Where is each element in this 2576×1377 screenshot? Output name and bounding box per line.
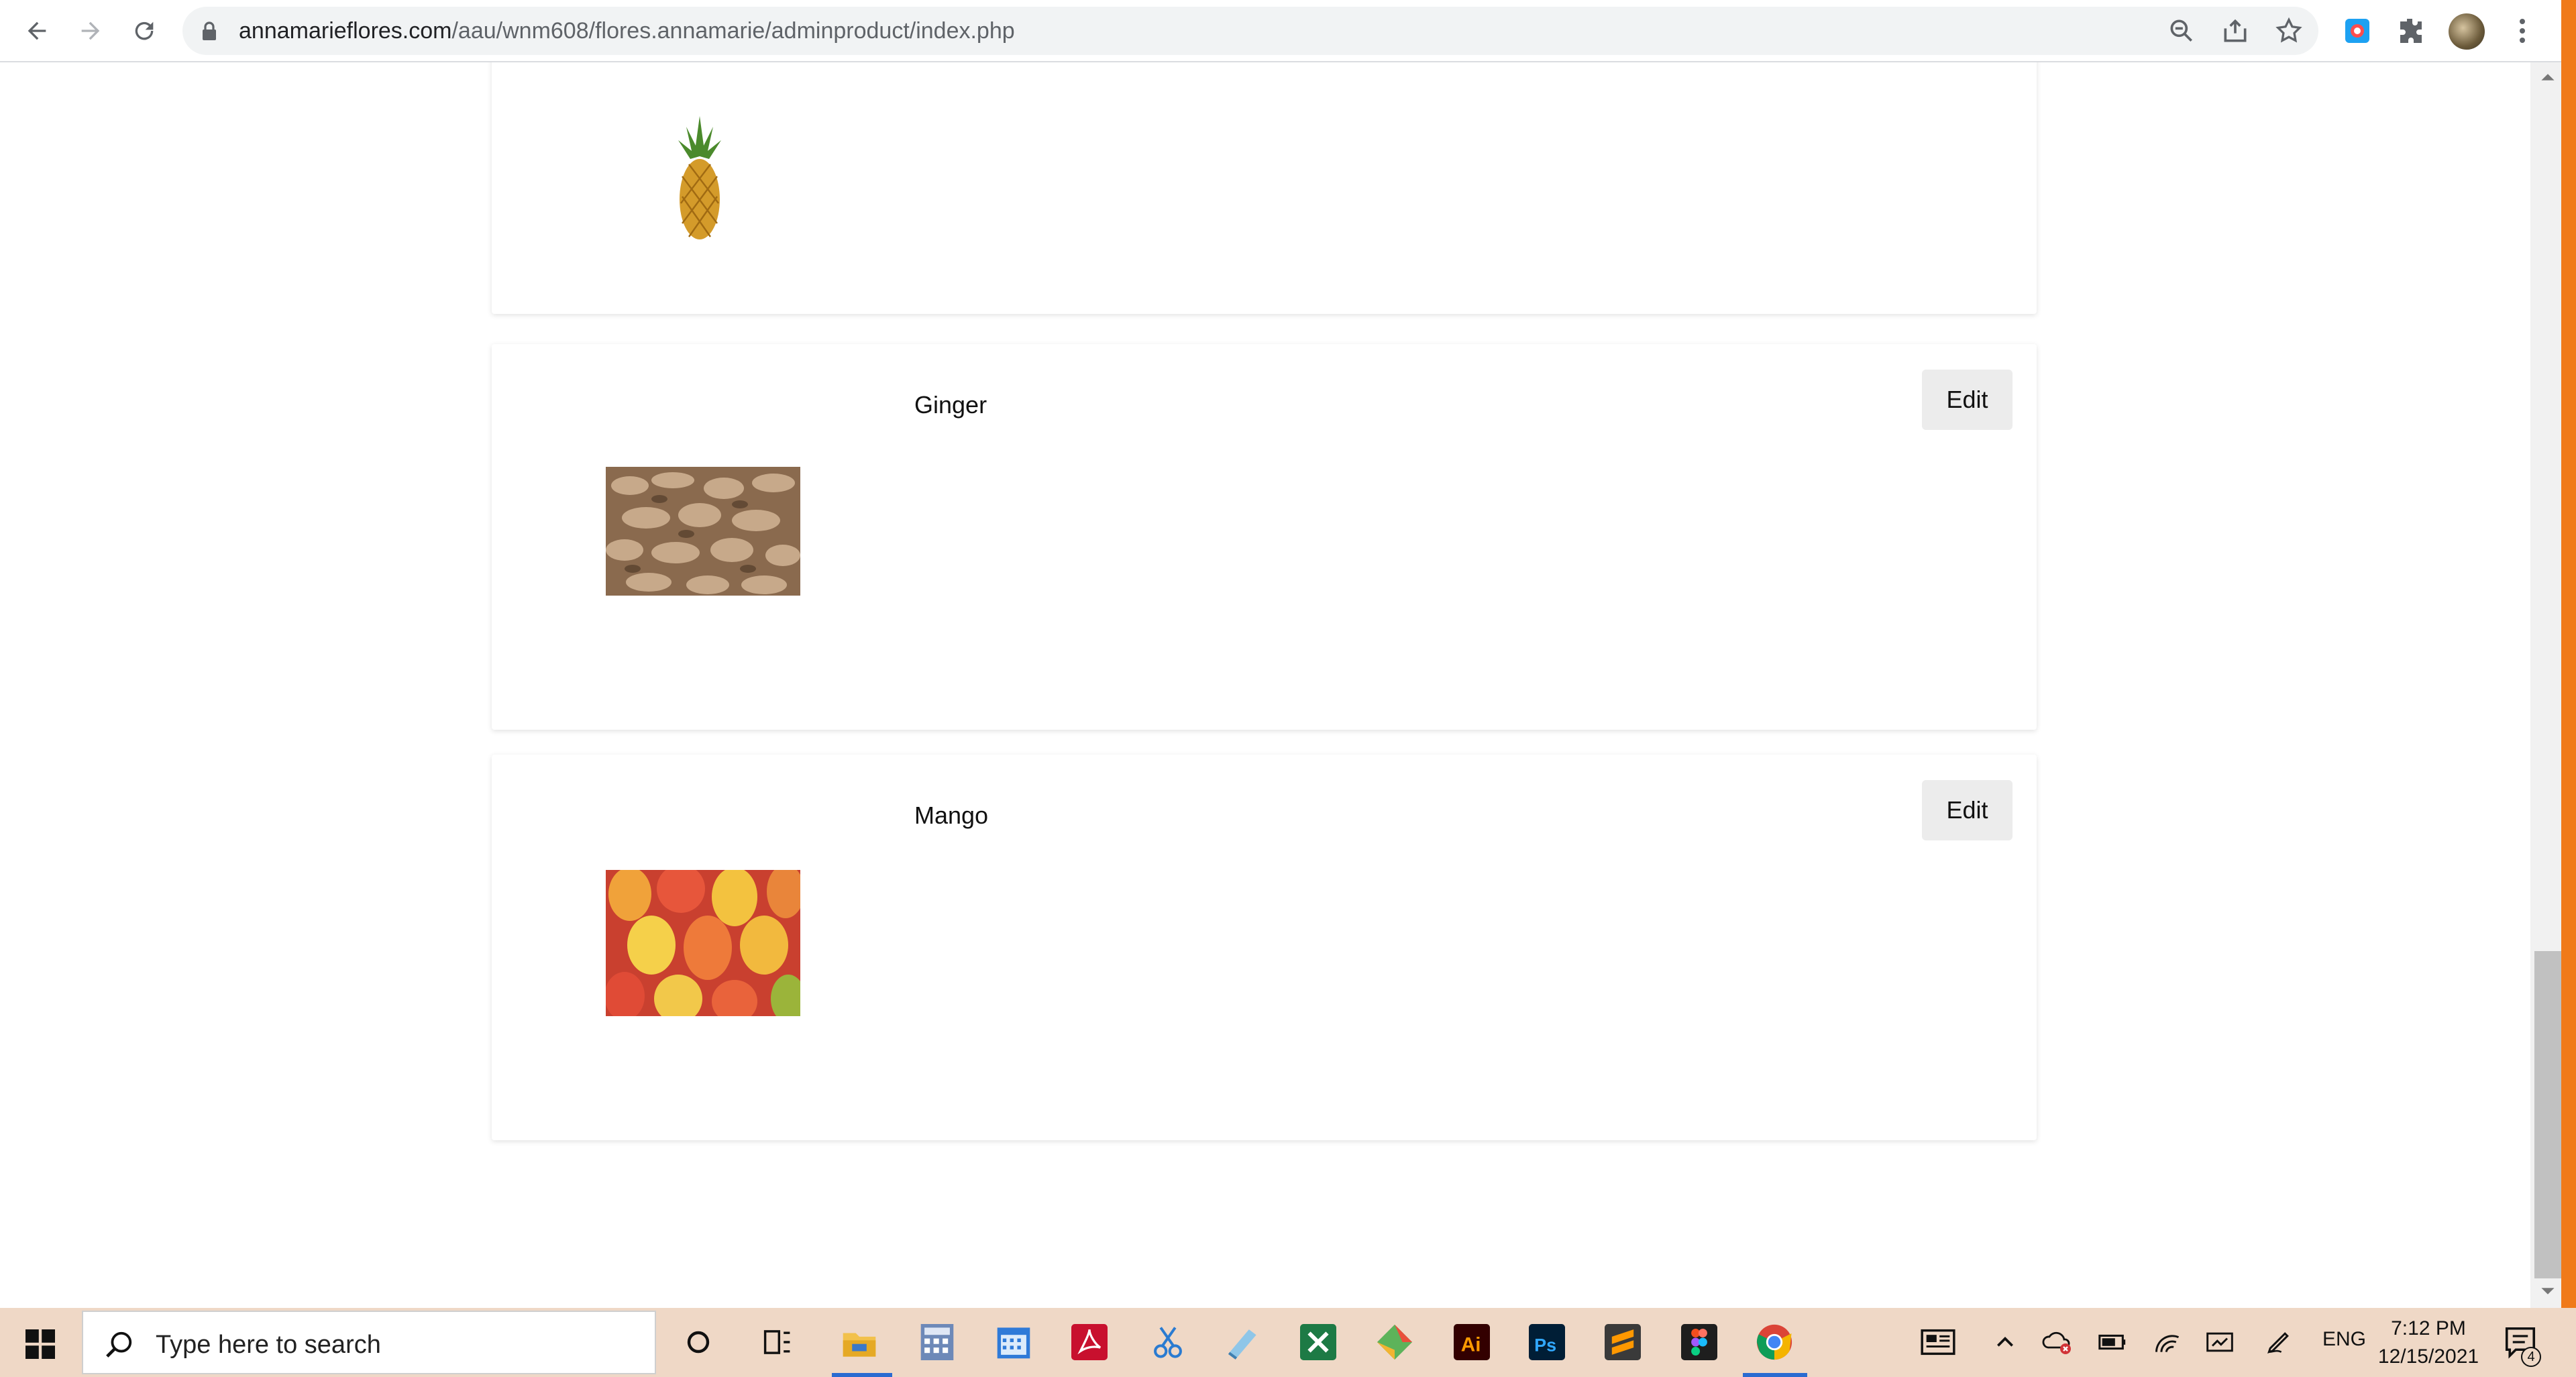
product-image-pineapple [678, 116, 721, 239]
extensions-puzzle-icon[interactable] [2395, 15, 2427, 47]
forward-button[interactable] [72, 12, 109, 50]
scroll-up-arrow-icon[interactable] [2540, 69, 2556, 85]
reload-button[interactable] [125, 12, 163, 50]
product-name: Ginger [914, 391, 987, 419]
active-app-indicator [832, 1373, 892, 1377]
back-button[interactable] [18, 12, 56, 50]
profile-avatar[interactable] [2449, 13, 2485, 50]
clock-date: 12/15/2021 [2377, 1345, 2479, 1368]
svg-text:Ai: Ai [1461, 1334, 1481, 1356]
clock-time: 7:12 PM [2391, 1317, 2466, 1339]
browser-toolbar: annamarieflores.com/aau/wnm608/flores.an… [0, 0, 2576, 62]
screen-capture-extension-icon[interactable] [2341, 15, 2373, 47]
svg-text:Ps: Ps [1534, 1335, 1556, 1356]
notepad-icon[interactable] [1221, 1321, 1263, 1363]
search-placeholder: Type here to search [156, 1331, 381, 1359]
news-icon[interactable] [1917, 1321, 1959, 1363]
product-card [492, 62, 2037, 314]
arrow-left-icon [28, 21, 46, 40]
product-image-ginger [606, 467, 800, 596]
taskbar-search-box[interactable]: Type here to search [82, 1311, 656, 1374]
edit-button[interactable]: Edit [1922, 370, 2012, 430]
calendar-icon[interactable] [993, 1321, 1034, 1363]
reload-icon [135, 21, 154, 40]
product-card: Mango Edit [492, 755, 2037, 1140]
arrow-right-icon [81, 21, 100, 40]
zoom-icon[interactable] [2167, 16, 2196, 46]
snip-icon[interactable] [1147, 1321, 1189, 1363]
search-icon [106, 1331, 132, 1358]
sublime-icon[interactable] [1602, 1321, 1644, 1363]
bookmark-star-icon[interactable] [2274, 16, 2304, 46]
active-app-indicator [1743, 1373, 1807, 1377]
figma-icon[interactable] [1678, 1321, 1720, 1363]
windows-start-icon[interactable] [25, 1329, 55, 1359]
notification-count-badge: 4 [2521, 1347, 2541, 1367]
product-name: Mango [914, 802, 989, 829]
address-bar[interactable]: annamarieflores.com/aau/wnm608/flores.an… [182, 7, 2318, 55]
calculator-icon[interactable] [916, 1321, 958, 1363]
battery-icon[interactable] [2092, 1321, 2133, 1363]
url-text: annamarieflores.com/aau/wnm608/flores.an… [239, 17, 1015, 44]
edit-button[interactable]: Edit [1922, 780, 2012, 840]
task-view-icon[interactable] [757, 1321, 798, 1363]
onedrive-error-icon[interactable] [2037, 1321, 2078, 1363]
language-indicator[interactable]: ENG [2322, 1328, 2366, 1358]
window-edge-accent [2561, 0, 2576, 1308]
illustrator-icon[interactable]: Ai [1451, 1321, 1493, 1363]
product-card: Ginger Edit [492, 344, 2037, 730]
scroll-down-arrow-icon[interactable] [2540, 1283, 2556, 1299]
chrome-icon[interactable] [1754, 1321, 1795, 1363]
windows-taskbar: Type here to search Ai Ps ENG 7:12 PM 12… [0, 1308, 2576, 1377]
url-path: /aau/wnm608/flores.annamarie/adminproduc… [451, 18, 1015, 44]
url-domain: annamarieflores.com [239, 18, 452, 44]
excel-icon[interactable] [1297, 1321, 1339, 1363]
scrollbar-thumb[interactable] [2534, 951, 2561, 1278]
page-content: Ginger Edit Mango Edit [0, 62, 2530, 1308]
cortana-icon[interactable] [678, 1321, 719, 1363]
file-explorer-icon[interactable] [839, 1321, 880, 1363]
photoshop-icon[interactable]: Ps [1526, 1321, 1568, 1363]
product-image-mango [606, 870, 800, 1016]
network-display-icon[interactable] [2199, 1321, 2241, 1363]
git-icon[interactable] [1374, 1321, 1415, 1363]
menu-kebab-icon[interactable] [2506, 15, 2538, 47]
chevron-up-icon[interactable] [1984, 1321, 2026, 1363]
share-icon[interactable] [2220, 16, 2250, 46]
lock-icon [203, 21, 216, 40]
pen-icon[interactable] [2258, 1321, 2300, 1363]
wifi-icon[interactable] [2147, 1321, 2188, 1363]
acrobat-icon[interactable] [1069, 1321, 1110, 1363]
taskbar-clock[interactable]: 7:12 PM 12/15/2021 [2375, 1315, 2482, 1371]
